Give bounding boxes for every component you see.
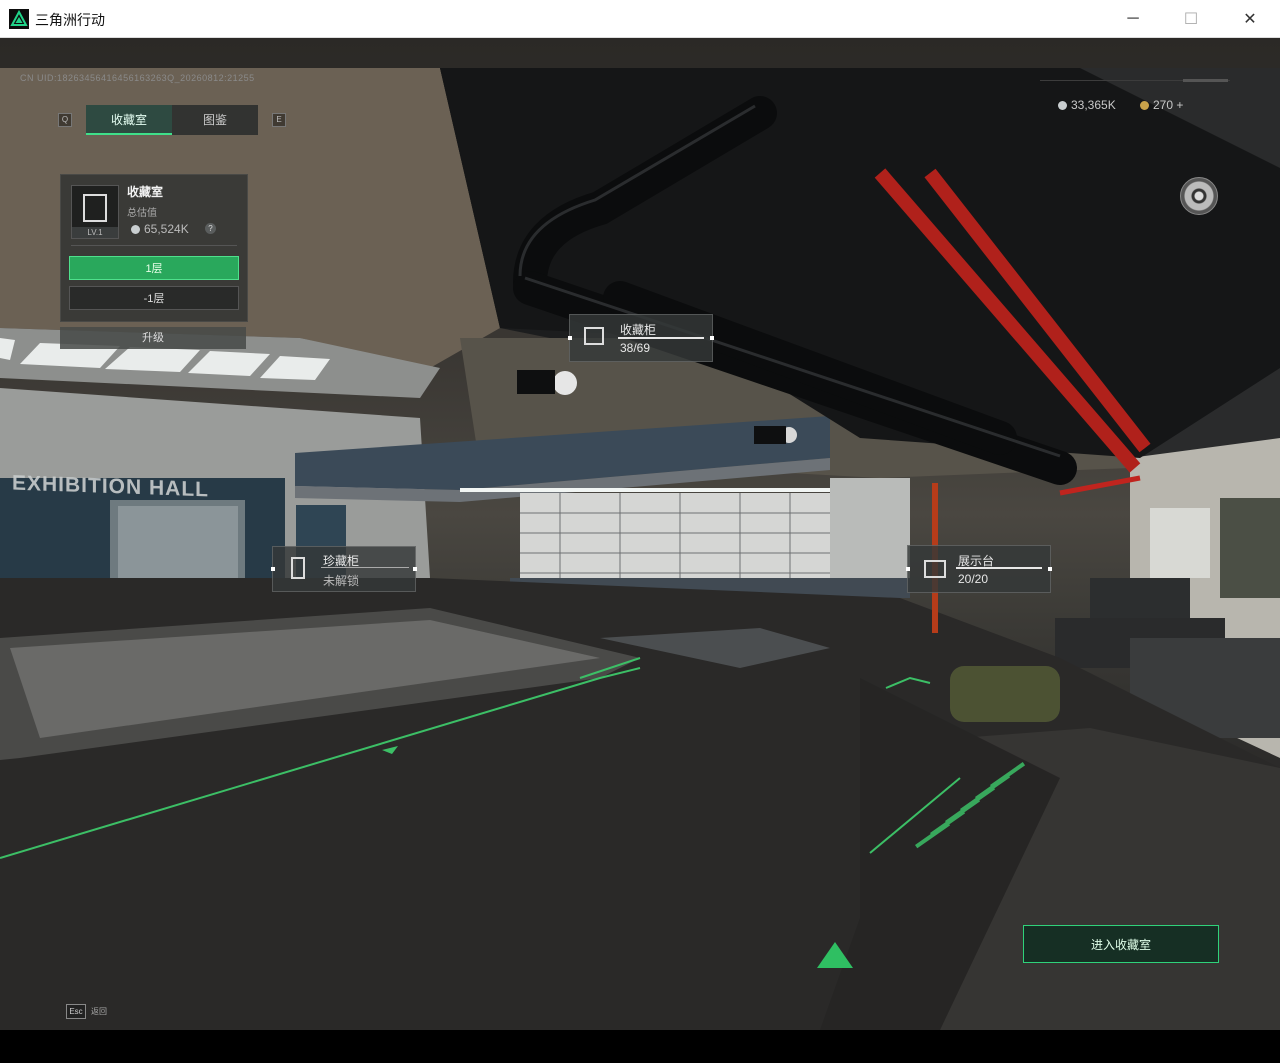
enter-collection-room-button[interactable]: 进入收藏室 (1023, 925, 1219, 963)
gold-coin-icon (1140, 101, 1149, 110)
hotspot-rare-cabinet[interactable]: 珍藏柜 未解锁 (271, 546, 417, 592)
window-title: 三角洲行动 (35, 12, 105, 28)
room-value-text: 65,524K (144, 222, 189, 236)
room-title: 收藏室 (127, 185, 164, 199)
hotspot-anchor (413, 567, 417, 571)
silver-currency: 33,365K (1058, 98, 1116, 112)
silver-amount: 33,365K (1071, 98, 1116, 112)
room-level: LV.1 (72, 227, 118, 238)
hotspot-anchor (1048, 567, 1052, 571)
hotspot-anchor (710, 336, 714, 340)
hotspot-display-stand[interactable]: 展示台 20/20 (906, 545, 1052, 593)
help-icon[interactable]: ? (205, 223, 216, 234)
window-titlebar: 三角洲行动 ─ ☐ ✕ (0, 0, 1280, 38)
hotspot-name: 收藏柜 (620, 323, 657, 337)
hotspot-anchor (568, 336, 572, 340)
bottom-letterbox (0, 1030, 1280, 1063)
tab-catalog[interactable]: 图鉴 (172, 105, 258, 135)
currency-divider-accent (1183, 79, 1228, 82)
hotspot-collection-cabinet[interactable]: 收藏柜 38/69 (568, 314, 714, 362)
delta-logo-icon (9, 9, 29, 29)
silver-coin-icon (131, 225, 140, 234)
disc-icon[interactable] (1180, 177, 1218, 215)
hotspot-underline (956, 567, 1042, 569)
display-stand-icon (924, 560, 946, 578)
room-value-label: 总估值 (127, 208, 157, 219)
add-currency-button[interactable]: + (1176, 98, 1183, 112)
floor-1-button[interactable]: 1层 (69, 256, 239, 280)
gold-currency: 270 + (1140, 98, 1183, 112)
hotspot-value: 20/20 (958, 572, 989, 586)
silver-coin-icon (1058, 101, 1067, 110)
cabinet-icon (584, 327, 604, 345)
hotspot-value: 38/69 (620, 341, 651, 355)
prev-tab-key[interactable]: Q (58, 113, 72, 127)
upgrade-button[interactable]: 升级 (60, 327, 246, 349)
close-button[interactable]: ✕ (1221, 0, 1279, 38)
esc-key-icon[interactable]: Esc (66, 1004, 86, 1019)
locked-cabinet-icon (291, 557, 305, 579)
room-value: 65,524K (131, 222, 189, 236)
back-label[interactable]: 返回 (91, 1006, 107, 1017)
tab-collection-room[interactable]: 收藏室 (86, 105, 172, 135)
collection-room-icon (83, 194, 107, 222)
floor-minus-1-button[interactable]: -1层 (69, 286, 239, 310)
minimize-button[interactable]: ─ (1104, 0, 1162, 38)
gold-amount: 270 (1153, 98, 1174, 112)
hotspot-underline (618, 337, 704, 339)
hotspot-anchor (906, 567, 910, 571)
hotspot-anchor (271, 567, 275, 571)
room-level-badge: LV.1 (71, 185, 119, 239)
mode-tabs: Q 收藏室 图鉴 E (58, 105, 286, 135)
hotspot-value: 未解锁 (323, 574, 360, 588)
panel-divider (71, 245, 237, 246)
uid-text: CN UID:18263456416456163263Q_20260812:21… (20, 73, 255, 83)
forward-triangle-icon[interactable] (815, 940, 855, 970)
next-tab-key[interactable]: E (272, 113, 286, 127)
maximize-button[interactable]: ☐ (1162, 0, 1220, 38)
collection-room-panel: LV.1 收藏室 总估值 65,524K ? 1层 -1层 (60, 174, 248, 322)
hotspot-underline (321, 567, 409, 568)
